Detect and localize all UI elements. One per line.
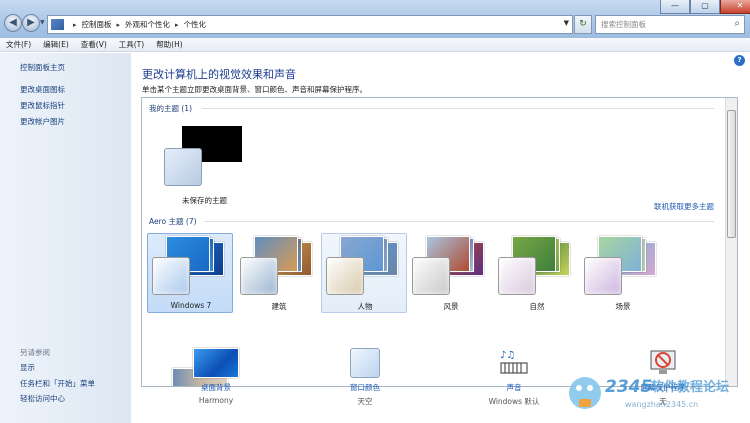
desktop-background-setting[interactable]: 桌面背景 Harmony	[176, 348, 256, 405]
menu-view[interactable]: 查看(V)	[81, 39, 107, 50]
maximize-button[interactable]: ▢	[690, 0, 720, 14]
aero-themes-heading: Aero 主题 (7)	[149, 217, 197, 226]
back-button[interactable]: ◀	[4, 14, 22, 32]
theme-label: 人物	[357, 302, 373, 311]
close-button[interactable]: ✕	[720, 0, 750, 14]
page-title: 更改计算机上的视觉效果和声音	[142, 68, 296, 81]
main-content: ? 更改计算机上的视觉效果和声音 单击某个主题立即更改桌面背景、窗口颜色、声音和…	[131, 53, 750, 423]
scrollbar-thumb[interactable]	[727, 110, 736, 238]
screen-saver-value: 无	[659, 397, 667, 406]
sounds-setting[interactable]: ♪♫ 声音 Windows 默认	[474, 348, 554, 407]
themes-list[interactable]: 我的主题 (1) 未保存的主题 联机获取更多主题 Aero 主题 (7) Win…	[141, 97, 738, 387]
desktop-background-icon	[193, 348, 239, 378]
menu-help[interactable]: 帮助(H)	[156, 39, 183, 50]
chevron-right-icon[interactable]: ▸	[117, 21, 121, 29]
aero-theme-tile[interactable]: 人物	[321, 233, 407, 313]
theme-label: 未保存的主题	[182, 196, 227, 205]
desktop-background-link[interactable]: 桌面背景	[176, 382, 256, 393]
window-color-link[interactable]: 窗口颜色	[325, 382, 405, 393]
themes-scroll-area: 我的主题 (1) 未保存的主题 联机获取更多主题 Aero 主题 (7) Win…	[142, 98, 726, 386]
screen-saver-link[interactable]: 屏幕保护程序	[623, 382, 703, 393]
screen-saver-icon	[648, 348, 678, 378]
desktop-background-value: Harmony	[198, 396, 234, 405]
page-description: 单击某个主题立即更改桌面背景、窗口颜色、声音和屏幕保护程序。	[142, 85, 367, 94]
window-controls: — ▢ ✕	[660, 0, 750, 14]
window-color-icon	[350, 348, 380, 378]
sidebar: 控制面板主页 更改桌面图标 更改鼠标指针 更改帐户图片 另请参阅 显示 任务栏和…	[0, 53, 131, 423]
sidebar-taskbar-start-menu[interactable]: 任务栏和「开始」菜单	[20, 378, 95, 389]
title-bar: ◀ ▶ ▼ ▸ 控制面板 ▸ 外观和个性化 ▸ 个性化 ▼ ↻ 搜索控制面板 ⌕…	[0, 0, 750, 38]
scrollbar[interactable]	[725, 98, 737, 386]
minimize-button[interactable]: —	[660, 0, 690, 14]
aero-theme-tile[interactable]: 自然	[493, 233, 579, 313]
theme-color-swatch	[326, 257, 364, 295]
window-color-value: 天空	[357, 397, 373, 406]
sidebar-change-account-picture[interactable]: 更改帐户图片	[20, 116, 65, 127]
screen-saver-setting[interactable]: 屏幕保护程序 无	[623, 348, 703, 407]
theme-label: 建筑	[271, 302, 287, 311]
aero-theme-tile[interactable]: Windows 7	[147, 233, 233, 313]
menu-edit[interactable]: 编辑(E)	[43, 39, 69, 50]
sidebar-change-desktop-icons[interactable]: 更改桌面图标	[20, 84, 65, 95]
search-input[interactable]: 搜索控制面板 ⌕	[595, 15, 745, 34]
menu-file[interactable]: 文件(F)	[6, 39, 31, 50]
forward-button[interactable]: ▶	[22, 14, 40, 32]
sounds-link[interactable]: 声音	[474, 382, 554, 393]
section-divider	[202, 108, 714, 109]
section-divider	[204, 221, 714, 222]
see-also-heading: 另请参阅	[20, 348, 50, 357]
theme-label: 自然	[529, 302, 545, 311]
search-icon[interactable]: ⌕	[734, 18, 740, 29]
sidebar-ease-of-access[interactable]: 轻松访问中心	[20, 393, 65, 404]
sidebar-display[interactable]: 显示	[20, 362, 35, 373]
theme-color-swatch	[164, 148, 202, 186]
theme-color-swatch	[152, 257, 190, 295]
chevron-right-icon[interactable]: ▸	[73, 21, 77, 29]
unsaved-theme-tile[interactable]: 未保存的主题	[152, 108, 257, 208]
personalization-window: ◀ ▶ ▼ ▸ 控制面板 ▸ 外观和个性化 ▸ 个性化 ▼ ↻ 搜索控制面板 ⌕…	[0, 0, 750, 423]
address-dropdown-icon[interactable]: ▼	[564, 19, 569, 27]
theme-label: Windows 7	[170, 301, 212, 310]
address-bar[interactable]: ▸ 控制面板 ▸ 外观和个性化 ▸ 个性化 ▼	[47, 15, 573, 34]
svg-text:♪♫: ♪♫	[500, 350, 515, 361]
refresh-button[interactable]: ↻	[574, 15, 592, 34]
help-icon[interactable]: ?	[734, 55, 745, 66]
breadcrumb-appearance[interactable]: 外观和个性化	[125, 19, 170, 30]
window-color-setting[interactable]: 窗口颜色 天空	[325, 348, 405, 407]
aero-theme-tile[interactable]: 建筑	[235, 233, 321, 313]
breadcrumb-personalization[interactable]: 个性化	[184, 19, 207, 30]
menu-bar: 文件(F) 编辑(E) 查看(V) 工具(T) 帮助(H)	[0, 38, 750, 52]
theme-color-swatch	[584, 257, 622, 295]
sounds-icon: ♪♫	[498, 348, 530, 378]
theme-color-swatch	[498, 257, 536, 295]
control-panel-icon	[51, 19, 64, 30]
theme-color-swatch	[240, 257, 278, 295]
chevron-right-icon[interactable]: ▸	[175, 21, 179, 29]
aero-theme-tile[interactable]: 风景	[407, 233, 493, 313]
get-more-themes-online-link[interactable]: 联机获取更多主题	[654, 201, 714, 212]
theme-color-swatch	[412, 257, 450, 295]
search-placeholder: 搜索控制面板	[601, 20, 646, 29]
breadcrumb-control-panel[interactable]: 控制面板	[82, 19, 112, 30]
aero-theme-tile[interactable]: 场景	[579, 233, 665, 313]
menu-tools[interactable]: 工具(T)	[119, 39, 144, 50]
theme-label: 场景	[615, 302, 631, 311]
sidebar-change-mouse-pointers[interactable]: 更改鼠标指针	[20, 100, 65, 111]
theme-label: 风景	[443, 302, 459, 311]
sounds-value: Windows 默认	[488, 397, 540, 406]
sidebar-control-panel-home[interactable]: 控制面板主页	[20, 62, 65, 73]
